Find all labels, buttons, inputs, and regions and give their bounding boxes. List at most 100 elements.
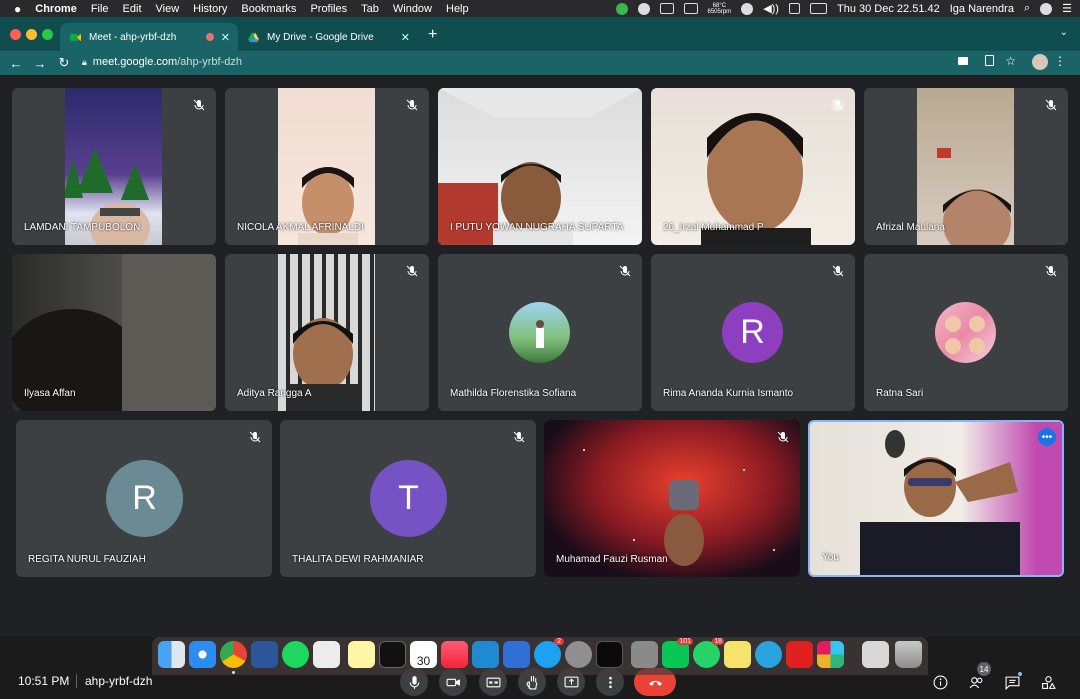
muted-mic-icon [831,98,845,112]
maximize-window-button[interactable] [42,29,53,40]
share-icon[interactable] [985,55,994,66]
minimize-window-button[interactable] [26,29,37,40]
music-icon[interactable] [441,641,468,668]
microphone-icon [409,675,419,689]
participant-tile[interactable]: Afrizal Maulana [864,88,1068,245]
browser-tab-bar: Meet - ahp-yrbf-dzh ✕ My Drive - Google … [0,17,1080,51]
menu-help[interactable]: Help [446,3,469,15]
tab-search-chevron-down-icon[interactable]: ⌄ [1060,27,1068,38]
anydesk-icon[interactable] [786,641,813,668]
volume-icon[interactable]: ◀)) [763,2,779,15]
chrome-icon[interactable] [220,641,247,668]
stickies-icon[interactable] [348,641,375,668]
camera-in-use-icon[interactable] [958,57,968,65]
input-source-icon[interactable] [788,3,800,14]
participant-tile[interactable]: Ratna Sari [864,254,1068,411]
tab-drive[interactable]: My Drive - Google Drive ✕ [238,23,418,51]
participant-initial-avatar: R [106,460,183,537]
finder-icon[interactable] [158,641,185,668]
participant-tile[interactable]: Muhamad Fauzi Rusman [544,420,800,577]
xcode-icon[interactable] [503,641,530,668]
meeting-code[interactable]: ahp-yrbf-dzh [76,674,152,688]
activity-monitor-icon[interactable] [596,641,623,668]
people-button[interactable]: 14 [965,662,991,693]
close-tab-icon[interactable]: ✕ [221,31,230,44]
chat-button[interactable] [1001,671,1023,693]
tab-meet[interactable]: Meet - ahp-yrbf-dzh ✕ [60,23,238,51]
participant-name: You [822,552,839,563]
participant-name: 26_Irzal Muhammad P [663,222,764,233]
participant-name: REGITA NURUL FAUZIAH [28,554,146,565]
temperature-widget[interactable]: 68°C 6505rpm [708,3,732,15]
participant-tile[interactable]: NICOLA AKMAL AFRINALDI [225,88,429,245]
airplay-icon[interactable] [741,2,754,15]
self-view-tile[interactable]: ••• You [808,420,1064,577]
disk-utility-icon[interactable] [313,641,340,668]
bookmark-star-icon[interactable]: ☆ [1005,54,1016,68]
close-tab-icon[interactable]: ✕ [401,31,410,44]
participant-tile[interactable]: 26_Irzal Muhammad P [651,88,855,245]
slack-icon[interactable] [817,641,844,668]
muted-mic-icon [405,98,419,112]
telegram-icon[interactable] [755,641,782,668]
close-window-button[interactable] [10,29,21,40]
activities-button[interactable] [1037,671,1059,693]
siri-icon[interactable] [1040,2,1053,15]
terminal-icon[interactable] [379,641,406,668]
lock-icon[interactable]: 🔒︎ [82,57,87,68]
participant-tile[interactable]: Mathilda Florenstika Sofiana [438,254,642,411]
participant-name: LAMDANI TAMPUBOLON [24,222,141,233]
battery-icon[interactable] [809,3,827,14]
reload-icon[interactable]: ↻ [52,55,76,71]
app-store-icon[interactable]: 2 [534,638,564,668]
participant-tile[interactable]: T THALITA DEWI RAHMANIAR [280,420,536,577]
calendar-icon[interactable]: 30 [410,641,437,668]
participant-tile[interactable]: I PUTU YOWAN NUGRAHA SUPARTA [438,88,642,245]
system-preferences-icon[interactable] [565,641,592,668]
menu-file[interactable]: File [91,3,109,15]
participant-initial-avatar: R [722,302,783,363]
globe-icon[interactable] [637,2,650,15]
participant-photo-avatar [509,302,570,363]
spotify-icon[interactable] [282,641,309,668]
clock-text[interactable]: Thu 30 Dec 22.51.42 [837,3,940,15]
menu-edit[interactable]: Edit [123,3,142,15]
vscode-icon[interactable] [472,641,499,668]
meeting-details-button[interactable] [929,671,951,693]
participant-tile[interactable]: Ilyasa Affan [12,254,216,411]
forward-arrow-icon[interactable]: → [28,56,52,71]
apple-menu-icon[interactable]: ● [14,2,21,16]
memory-icon[interactable] [683,3,698,14]
profile-avatar[interactable] [1032,54,1048,70]
whatsapp-icon[interactable]: 18 [693,638,724,668]
notes-icon[interactable] [724,641,751,668]
participant-tile[interactable]: Aditya Rangga A [225,254,429,411]
menu-app-name[interactable]: Chrome [35,3,77,15]
new-tab-icon[interactable]: + [428,26,437,44]
participant-tile[interactable]: R Rima Ananda Kurnia Ismanto [651,254,855,411]
trash-icon[interactable] [895,641,922,668]
chrome-menu-icon[interactable]: ⋮ [1054,54,1066,68]
menu-window[interactable]: Window [393,3,432,15]
line-status-icon[interactable] [615,2,628,15]
menu-profiles[interactable]: Profiles [310,3,347,15]
participant-tile[interactable]: LAMDANI TAMPUBOLON [12,88,216,245]
address-bar[interactable]: 🔒︎ meet.google.com/ahp-yrbf-dzh ☆ ⋮ [82,51,1072,73]
participant-tile[interactable]: R REGITA NURUL FAUZIAH [16,420,272,577]
control-center-icon[interactable]: ☰ [1062,2,1072,15]
spotlight-search-icon[interactable]: ⌕ [1024,2,1030,15]
menu-bookmarks[interactable]: Bookmarks [241,3,296,15]
safari-icon[interactable] [189,641,216,668]
storage-icon[interactable] [659,3,674,14]
line-app-icon[interactable]: 101 [662,638,693,668]
word-icon[interactable] [251,641,278,668]
back-arrow-icon[interactable]: ← [4,56,28,71]
menu-tab[interactable]: Tab [361,3,379,15]
preview-icon[interactable] [631,641,658,668]
user-name[interactable]: Iga Narendra [950,3,1014,15]
menu-view[interactable]: View [156,3,180,15]
printer-icon[interactable] [862,641,889,668]
running-indicator-icon [232,671,235,674]
menu-history[interactable]: History [193,3,227,15]
self-tile-more-options-icon[interactable]: ••• [1038,428,1056,446]
